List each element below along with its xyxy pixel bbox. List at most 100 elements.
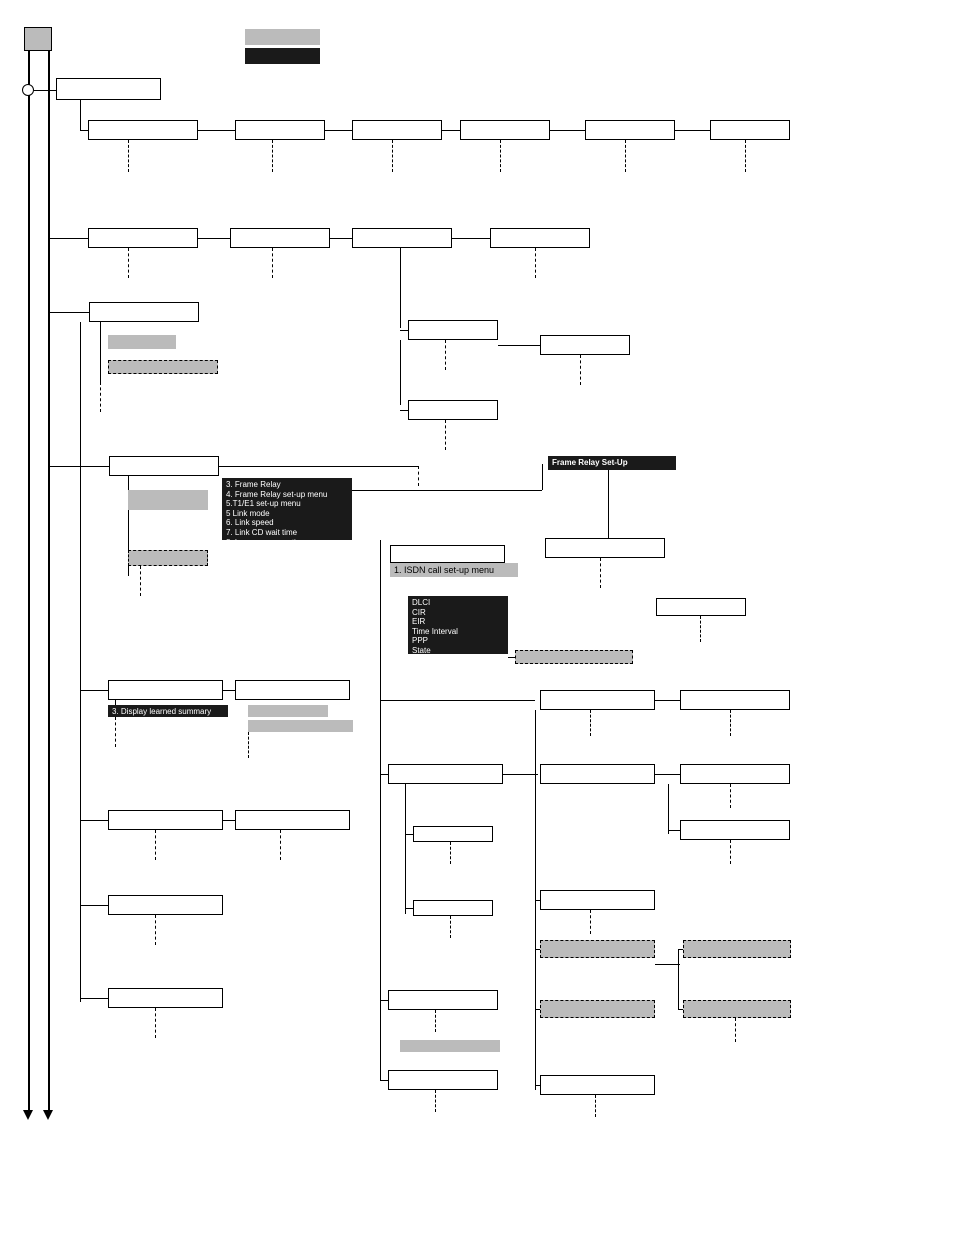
- frame-relay-setup-label: Frame Relay Set-Up: [548, 456, 676, 470]
- rcol-gd2: [540, 1000, 655, 1018]
- rcol-gd-bracket: [678, 949, 679, 1009]
- row2b3-drop: [400, 248, 401, 328]
- row1-conn45: [550, 130, 585, 131]
- fr-menu-line2: 4. Frame Relay set-up menu: [226, 490, 348, 500]
- b7-dash1: [155, 915, 156, 945]
- frame-relay-menu: 3. Frame Relay 4. Frame Relay set-up men…: [222, 478, 352, 540]
- spine-line-left: [28, 51, 30, 1113]
- b3-gray1: [108, 335, 176, 349]
- join-circle: [22, 84, 34, 96]
- r-pair1-conn: [655, 700, 680, 701]
- b7-box1: [108, 895, 223, 915]
- rcol-a1: [388, 764, 503, 784]
- frset-drop: [608, 470, 609, 540]
- row2b3-child1-right: [540, 335, 630, 355]
- row2-dash4: [535, 248, 536, 278]
- b5-dash2: [248, 732, 249, 758]
- isdn-box: [390, 545, 505, 563]
- learned-text: 3. Display learned summary: [112, 707, 211, 716]
- rcol-z1: [540, 1075, 655, 1095]
- row2b3-child1-h: [400, 330, 408, 331]
- legend-black: [245, 48, 320, 64]
- row2b3-child2-h: [400, 410, 408, 411]
- fr-menu-line1: 3. Frame Relay: [226, 480, 348, 490]
- row2-box4: [490, 228, 590, 248]
- b5-box1: [108, 680, 223, 700]
- dlci-line6: State: [412, 646, 504, 656]
- rcol-a4-dash: [730, 840, 731, 864]
- rcol-gd2r-dash: [735, 1018, 736, 1042]
- b6-from-spine: [80, 820, 108, 821]
- b6-conn: [223, 820, 235, 821]
- b4-right-bus: [219, 466, 419, 467]
- rcol-b1: [540, 890, 655, 910]
- dlci-right-h: [508, 657, 515, 658]
- b4-right-dash: [418, 466, 419, 486]
- isdn-conn: [380, 540, 381, 1080]
- row1-dash3: [392, 140, 393, 172]
- conn-root-child1: [34, 90, 56, 91]
- rcol-a1-c2-dash: [450, 916, 451, 938]
- rcol-a2-to-a3: [655, 774, 680, 775]
- row1-box5: [585, 120, 675, 140]
- rcol-gd1r: [683, 940, 791, 958]
- row2-dash2: [272, 248, 273, 278]
- b8-from-spine: [80, 998, 108, 999]
- dlci-line3: EIR: [412, 617, 504, 627]
- row2b3-child1-dash: [445, 340, 446, 370]
- spine-arrow-right: [43, 1110, 53, 1120]
- rcol-z1-dash: [595, 1095, 596, 1117]
- row2b3-child1: [408, 320, 498, 340]
- row2b3-child1-right-dash: [580, 355, 581, 385]
- rcol-gd1: [540, 940, 655, 958]
- rcol-a2: [540, 764, 655, 784]
- spine-arrow-left: [23, 1110, 33, 1120]
- row1-conn23: [325, 130, 352, 131]
- rcol-gd1-h: [535, 949, 540, 950]
- rcol-a1-to-right: [503, 774, 538, 775]
- dlci-menu: DLCI CIR EIR Time Interval PPP State: [408, 596, 508, 654]
- b3-gray2: [108, 360, 218, 374]
- rcol-gd2-h: [535, 1009, 540, 1010]
- lcol-z2-h: [380, 1080, 388, 1081]
- spine-line-right: [48, 51, 50, 1113]
- rcol-a4-h: [668, 830, 680, 831]
- row1-dash1: [128, 140, 129, 172]
- b4-gray2: [128, 550, 208, 566]
- frset-child1-r: [656, 598, 746, 616]
- lcol-z2: [388, 1070, 498, 1090]
- rcol-a-v: [668, 784, 669, 834]
- lcol-z1-h: [380, 1000, 388, 1001]
- learned-label: 3. Display learned summary: [108, 705, 228, 717]
- r-pair1-left: [540, 690, 655, 710]
- fr-menu-line3: 5.T1/E1 set-up menu: [226, 499, 348, 509]
- row1-box1: [88, 120, 198, 140]
- fr-menu-to-frset: [352, 490, 542, 491]
- rcol-a3-dash: [730, 784, 731, 808]
- row1-dash6: [745, 140, 746, 172]
- row1-box2: [235, 120, 325, 140]
- b5-dash1: [115, 717, 116, 747]
- rcol-a1-c1-dash: [450, 842, 451, 864]
- dlci-line4: Time Interval: [412, 627, 504, 637]
- frset-text: Frame Relay Set-Up: [552, 458, 628, 467]
- legend-gray: [245, 29, 320, 45]
- b3-main: [89, 302, 199, 322]
- b5-box2: [235, 680, 350, 700]
- lcol-z1-gray: [400, 1040, 500, 1052]
- rcol-gd2r: [683, 1000, 791, 1018]
- b6-dash1: [155, 830, 156, 860]
- b5-conn: [223, 690, 235, 691]
- b5-from-spine: [80, 690, 108, 691]
- r-pair1-dash-r: [730, 710, 731, 736]
- rcol-a4: [680, 820, 790, 840]
- row1-conn34: [442, 130, 460, 131]
- row2b3-drop2: [400, 340, 401, 405]
- b4-main: [109, 456, 219, 476]
- b5-gray2: [248, 720, 353, 732]
- row1-dash2: [272, 140, 273, 172]
- dlci-gray-right: [515, 650, 633, 664]
- frset-child1-dash: [600, 558, 601, 588]
- rcol-a1-c2-h: [405, 908, 413, 909]
- b3-from-spine: [49, 312, 89, 313]
